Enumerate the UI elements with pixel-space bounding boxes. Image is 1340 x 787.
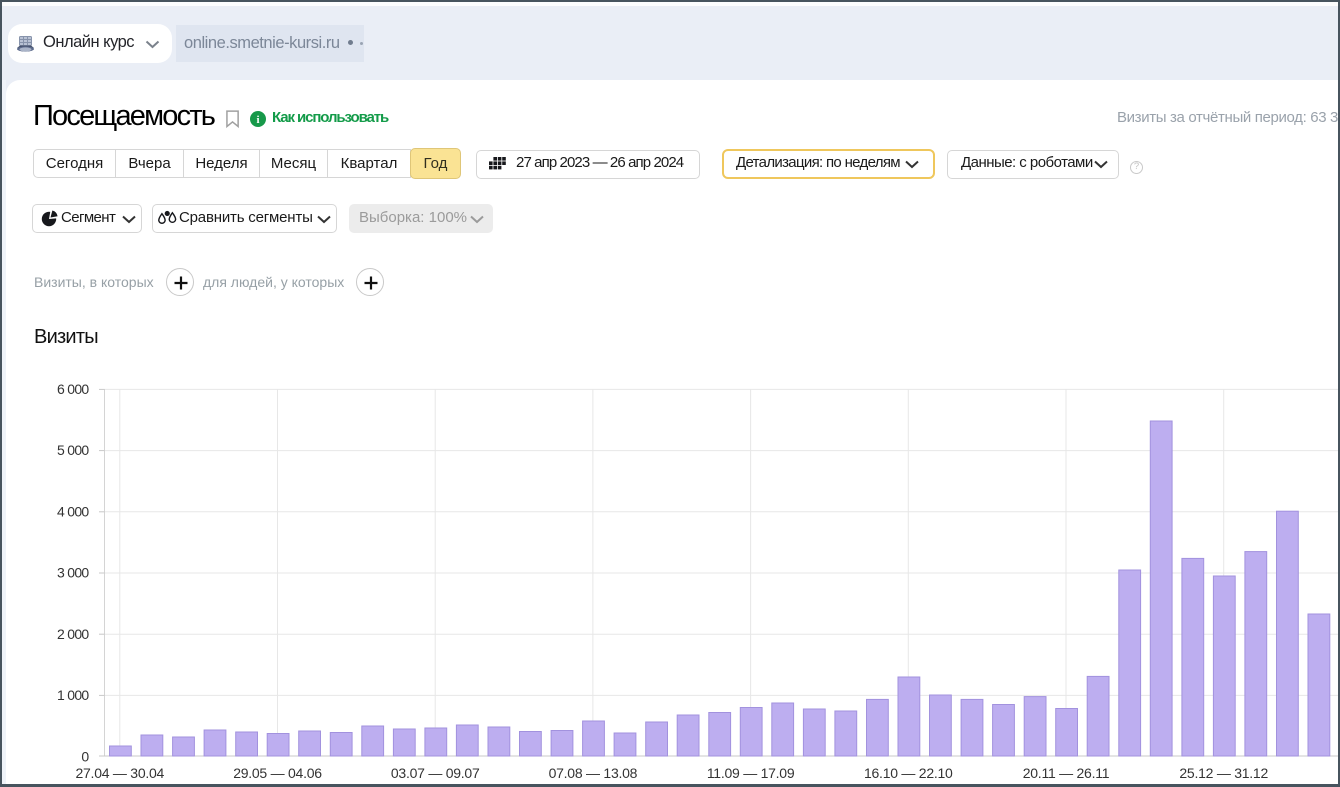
svg-text:16.10 — 22.10: 16.10 — 22.10: [864, 765, 953, 781]
svg-text:11.09 — 17.09: 11.09 — 17.09: [707, 765, 795, 781]
svg-text:29.05 — 04.06: 29.05 — 04.06: [233, 765, 322, 781]
svg-text:27.04 — 30.04: 27.04 — 30.04: [75, 765, 164, 781]
svg-text:2 000: 2 000: [57, 626, 89, 642]
svg-text:20.11 — 26.11: 20.11 — 26.11: [1023, 765, 1110, 781]
svg-text:0: 0: [81, 749, 89, 765]
svg-text:03.07 — 09.07: 03.07 — 09.07: [391, 765, 480, 781]
svg-text:6 000: 6 000: [57, 381, 89, 397]
svg-text:4 000: 4 000: [57, 503, 89, 519]
svg-text:3 000: 3 000: [57, 565, 89, 581]
svg-text:25.12 — 31.12: 25.12 — 31.12: [1179, 765, 1268, 781]
svg-text:1 000: 1 000: [57, 687, 89, 703]
svg-text:i: i: [256, 114, 259, 126]
svg-text:5 000: 5 000: [57, 442, 89, 458]
svg-text:07.08 — 13.08: 07.08 — 13.08: [549, 765, 638, 781]
